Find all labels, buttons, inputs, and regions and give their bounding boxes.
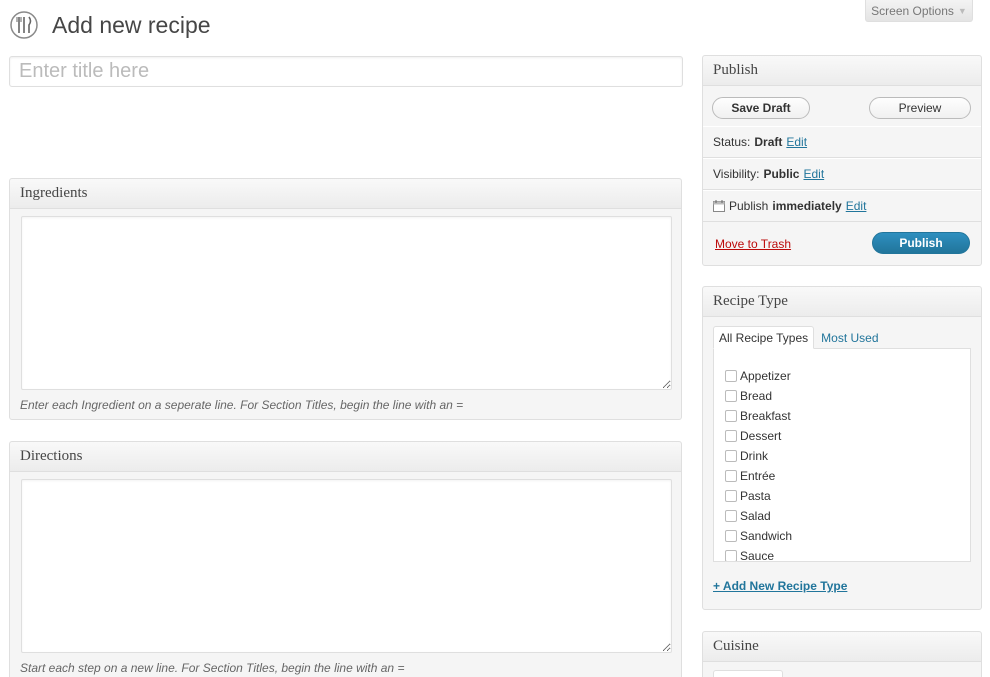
ingredients-textarea[interactable] — [21, 216, 672, 390]
directions-textarea[interactable] — [21, 479, 672, 653]
list-item-label: Salad — [740, 509, 771, 523]
list-item: Appetizer — [725, 366, 970, 386]
recipe-utensils-icon — [10, 11, 38, 39]
checkbox[interactable] — [725, 450, 737, 462]
list-item: Breakfast — [725, 406, 970, 426]
list-item-label: Breakfast — [740, 409, 791, 423]
cuisine-header[interactable]: Cuisine — [703, 632, 981, 662]
recipe-type-box: Recipe Type All Recipe Types Most Used A… — [702, 286, 982, 610]
publish-button[interactable]: Publish — [872, 232, 970, 254]
add-new-recipe-type-link[interactable]: + Add New Recipe Type — [713, 579, 847, 593]
screen-options-label: Screen Options — [871, 3, 954, 18]
list-item-label: Bread — [740, 389, 773, 403]
directions-box: Directions Start each step on a new line… — [9, 441, 682, 677]
publish-heading: Publish — [713, 62, 759, 78]
recipe-type-heading: Recipe Type — [713, 293, 788, 309]
cuisine-heading: Cuisine — [713, 638, 759, 654]
schedule-value: immediately — [772, 199, 842, 213]
checkbox[interactable] — [725, 410, 737, 422]
preview-button[interactable]: Preview — [869, 97, 971, 119]
publish-box: Publish Save Draft Preview Status: Draft… — [702, 55, 982, 266]
list-item: Salad — [725, 506, 970, 526]
list-item: Dessert — [725, 426, 970, 446]
list-item: Drink — [725, 446, 970, 466]
cuisine-tab[interactable] — [713, 670, 783, 677]
list-item: Sandwich — [725, 526, 970, 546]
schedule-label: Publish — [729, 199, 769, 213]
directions-heading: Directions — [20, 448, 83, 464]
visibility-row: Visibility: Public Edit — [703, 158, 981, 190]
ingredients-header[interactable]: Ingredients — [10, 179, 681, 209]
publish-header[interactable]: Publish — [703, 56, 981, 86]
tab-most-used[interactable]: Most Used — [816, 326, 883, 349]
list-item-label: Entrée — [740, 469, 776, 483]
list-item-label: Drink — [740, 449, 769, 463]
calendar-icon — [713, 200, 725, 212]
list-item: Bread — [725, 386, 970, 406]
tab-all-recipe-types[interactable]: All Recipe Types — [713, 326, 815, 349]
edit-status-link[interactable]: Edit — [786, 135, 807, 149]
list-item-label: Dessert — [740, 429, 782, 443]
recipe-type-tabs: All Recipe Types Most Used — [713, 326, 884, 349]
recipe-title-input[interactable] — [9, 56, 683, 87]
checkbox[interactable] — [725, 510, 737, 522]
status-label: Status: — [713, 135, 751, 149]
visibility-label: Visibility: — [713, 167, 760, 181]
list-item-label: Sauce — [740, 549, 775, 562]
schedule-row: Publish immediately Edit — [703, 190, 981, 222]
status-value: Draft — [754, 135, 783, 149]
list-item-label: Pasta — [740, 489, 771, 503]
save-draft-button[interactable]: Save Draft — [712, 97, 810, 119]
page-title: Add new recipe — [52, 12, 211, 38]
ingredients-hint: Enter each Ingredient on a seperate line… — [20, 398, 464, 412]
ingredients-box: Ingredients Enter each Ingredient on a s… — [9, 178, 682, 420]
checkbox[interactable] — [725, 470, 737, 482]
checkbox[interactable] — [725, 430, 737, 442]
directions-header[interactable]: Directions — [10, 442, 681, 472]
recipe-type-header[interactable]: Recipe Type — [703, 287, 981, 317]
recipe-type-list[interactable]: Appetizer Bread Breakfast Dessert Drink … — [713, 348, 971, 562]
list-item-label: Appetizer — [740, 369, 791, 383]
checkbox[interactable] — [725, 530, 737, 542]
list-item-label: Sandwich — [740, 529, 793, 543]
list-item: Pasta — [725, 486, 970, 506]
chevron-down-icon: ▼ — [957, 5, 967, 16]
screen-options-button[interactable]: Screen Options ▼ — [865, 0, 973, 22]
move-to-trash-link[interactable]: Move to Trash — [715, 237, 791, 251]
cuisine-box: Cuisine — [702, 631, 982, 677]
directions-hint: Start each step on a new line. For Secti… — [20, 661, 405, 675]
checkbox[interactable] — [725, 390, 737, 402]
status-row: Status: Draft Edit — [703, 126, 981, 158]
list-item: Entrée — [725, 466, 970, 486]
edit-visibility-link[interactable]: Edit — [803, 167, 824, 181]
list-item: Sauce — [725, 546, 970, 562]
edit-schedule-link[interactable]: Edit — [846, 199, 867, 213]
checkbox[interactable] — [725, 490, 737, 502]
visibility-value: Public — [763, 167, 800, 181]
checkbox[interactable] — [725, 370, 737, 382]
checkbox[interactable] — [725, 550, 737, 561]
ingredients-heading: Ingredients — [20, 185, 88, 201]
